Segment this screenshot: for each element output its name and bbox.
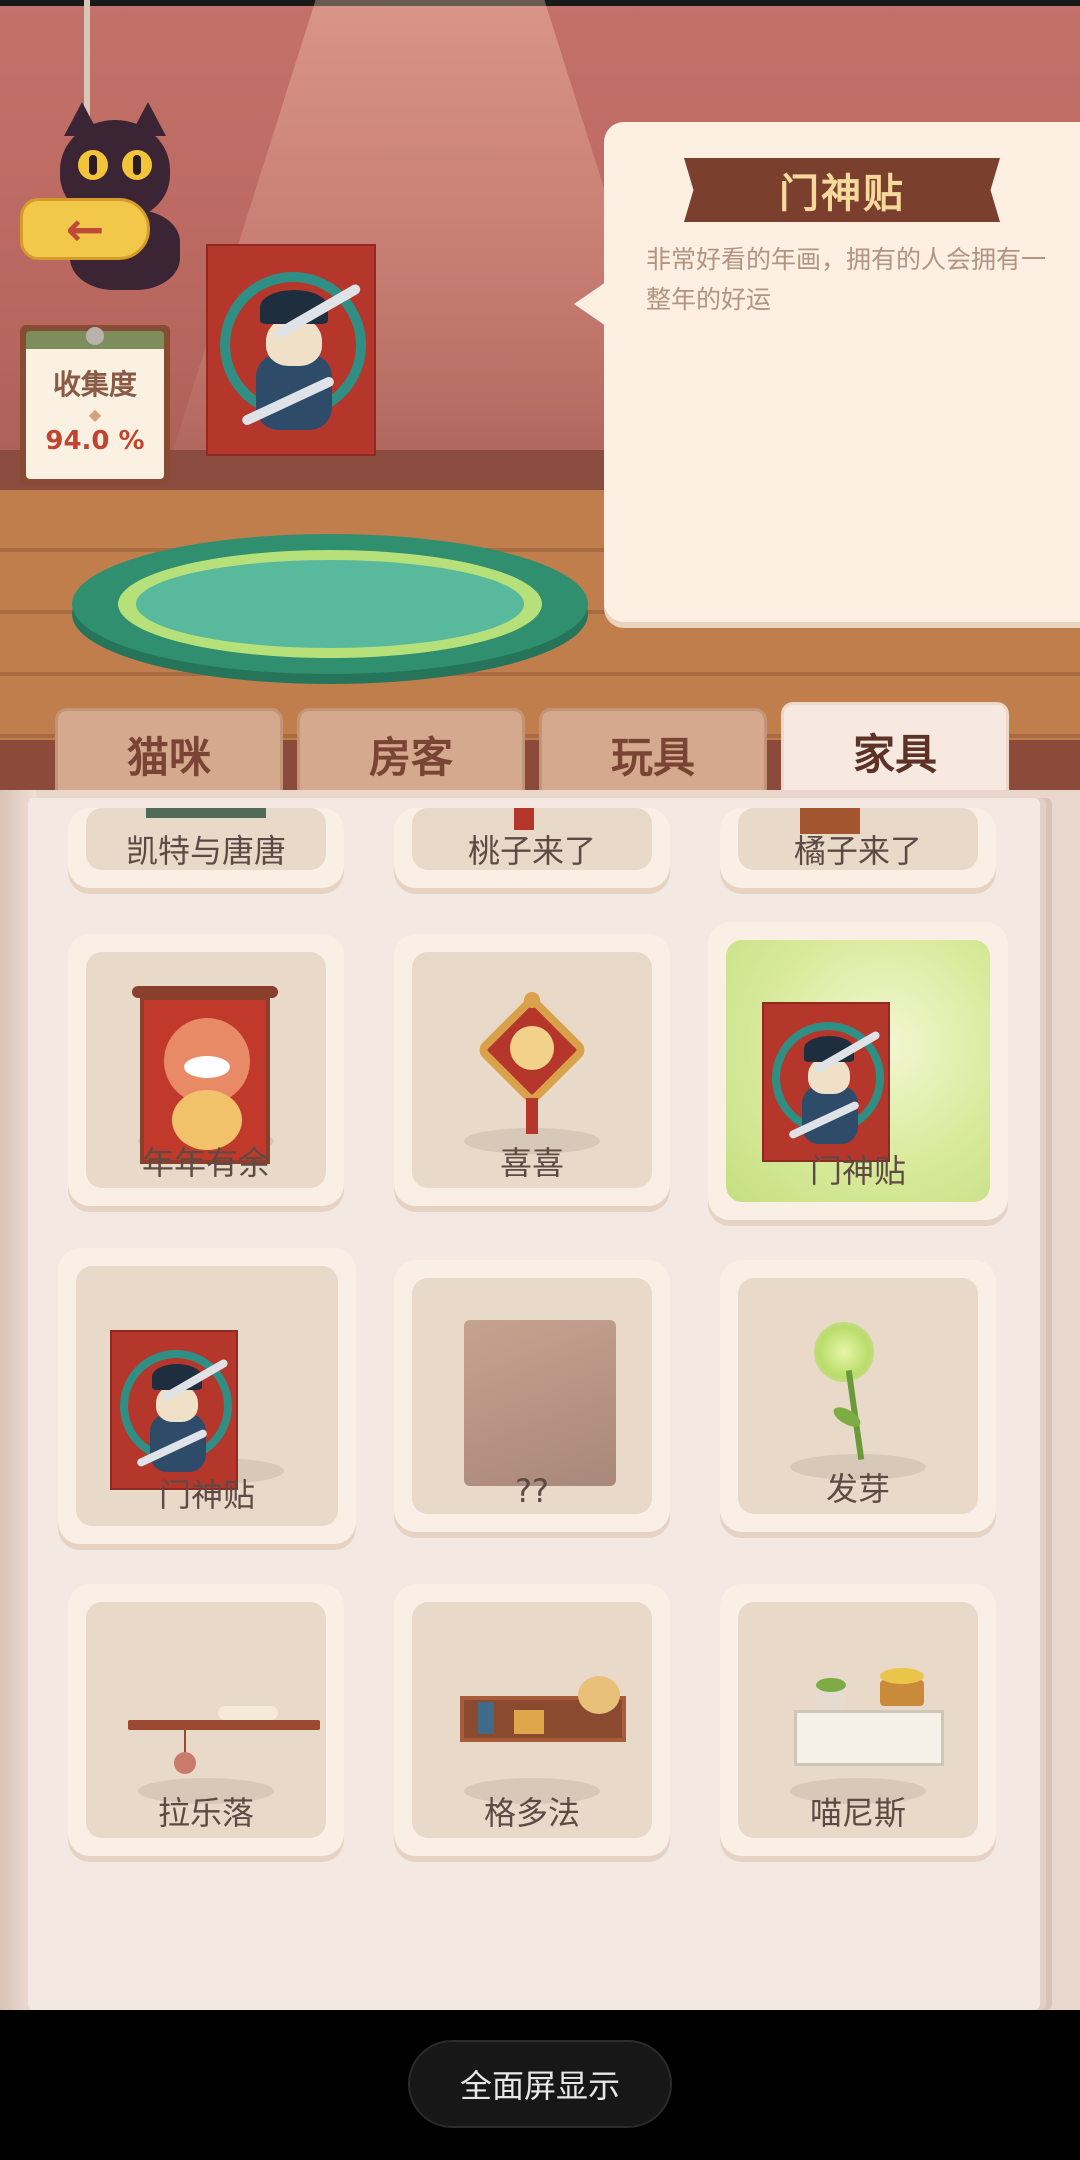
wall-shelf-yarn-icon xyxy=(128,1720,320,1730)
door-god-poster-icon xyxy=(762,1002,890,1162)
item-label: 发芽 xyxy=(825,1470,890,1508)
item-label: 门神贴 xyxy=(158,1476,255,1514)
item-label: 橘子来了 xyxy=(793,832,922,870)
pin-icon xyxy=(86,327,104,345)
item-card[interactable]: 橘子来了 xyxy=(720,808,996,888)
door-god-poster-icon xyxy=(110,1330,238,1490)
item-card[interactable]: 发芽 xyxy=(720,1260,996,1532)
item-title: 门神贴 xyxy=(684,158,1000,222)
round-rug xyxy=(72,534,588,674)
item-card[interactable]: 喜喜 xyxy=(394,934,670,1206)
item-label: 桃子来了 xyxy=(467,832,596,870)
back-button[interactable]: ← xyxy=(20,102,190,300)
item-card[interactable]: 喵尼斯 xyxy=(720,1584,996,1856)
collection-board: 收集度 ◆ 94.0 % xyxy=(20,325,170,485)
item-label: 拉乐落 xyxy=(157,1794,254,1832)
item-label: 年年有余 xyxy=(141,1144,270,1182)
item-card[interactable]: 年年有余 xyxy=(68,934,344,1206)
back-arrow-icon: ← xyxy=(20,198,150,260)
sprout-flower-icon xyxy=(814,1322,874,1382)
fullscreen-display-button[interactable]: 全面屏显示 xyxy=(408,2040,672,2128)
item-card[interactable]: 凯特与唐唐 xyxy=(68,808,344,888)
tab-tenants[interactable]: 房客 xyxy=(297,708,525,798)
category-tabs: 猫咪 房客 玩具 家具 xyxy=(55,702,1015,798)
tab-toys[interactable]: 玩具 xyxy=(539,708,767,798)
tab-cats[interactable]: 猫咪 xyxy=(55,708,283,798)
item-card[interactable]: 门神贴 xyxy=(58,1248,356,1544)
locked-paper-icon xyxy=(464,1320,616,1486)
door-god-poster-preview xyxy=(206,244,376,456)
collection-value: 94.0 % xyxy=(45,426,145,456)
item-description: 非常好看的年画，拥有的人会拥有一整年的好运 xyxy=(646,245,1047,314)
item-label: 格多法 xyxy=(483,1794,580,1832)
item-label: 门神贴 xyxy=(809,1152,906,1190)
collection-title: 收集度 xyxy=(52,368,137,401)
item-card[interactable]: 桃子来了 xyxy=(394,808,670,888)
item-label: 喵尼斯 xyxy=(809,1794,906,1832)
item-card[interactable]: 拉乐落 xyxy=(68,1584,344,1856)
item-card[interactable]: 格多法 xyxy=(394,1584,670,1856)
item-label: ?? xyxy=(515,1472,549,1510)
system-bottom-bar: 全面屏显示 xyxy=(0,2010,1080,2160)
item-label: 凯特与唐唐 xyxy=(125,832,286,870)
item-card[interactable]: ?? xyxy=(394,1260,670,1532)
item-label: 喜喜 xyxy=(499,1144,564,1182)
paw-icon: ◆ xyxy=(88,405,102,424)
plant-shelf-icon xyxy=(794,1710,944,1766)
item-card-selected[interactable]: 门神贴 xyxy=(708,922,1008,1220)
item-info-panel: 门神贴 非常好看的年画，拥有的人会拥有一整年的好运 xyxy=(574,122,1080,622)
tab-furniture[interactable]: 家具 xyxy=(781,702,1009,798)
